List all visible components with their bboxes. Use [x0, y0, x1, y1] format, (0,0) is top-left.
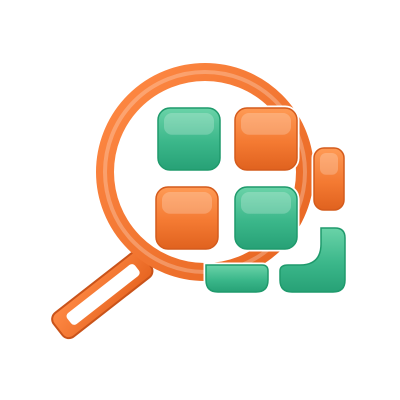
tile-right-edge-highlight [320, 153, 338, 175]
tile-bottom-center [203, 262, 271, 295]
tile-top-left-highlight [164, 113, 214, 135]
tile-middle-left-highlight [162, 192, 212, 214]
tile-middle-center-highlight [241, 192, 291, 214]
magnifier-with-tile-grid-icon [51, 63, 348, 340]
magnifier-handle [51, 251, 154, 340]
app-logo [0, 0, 400, 400]
tile-top-right-highlight [241, 113, 291, 135]
